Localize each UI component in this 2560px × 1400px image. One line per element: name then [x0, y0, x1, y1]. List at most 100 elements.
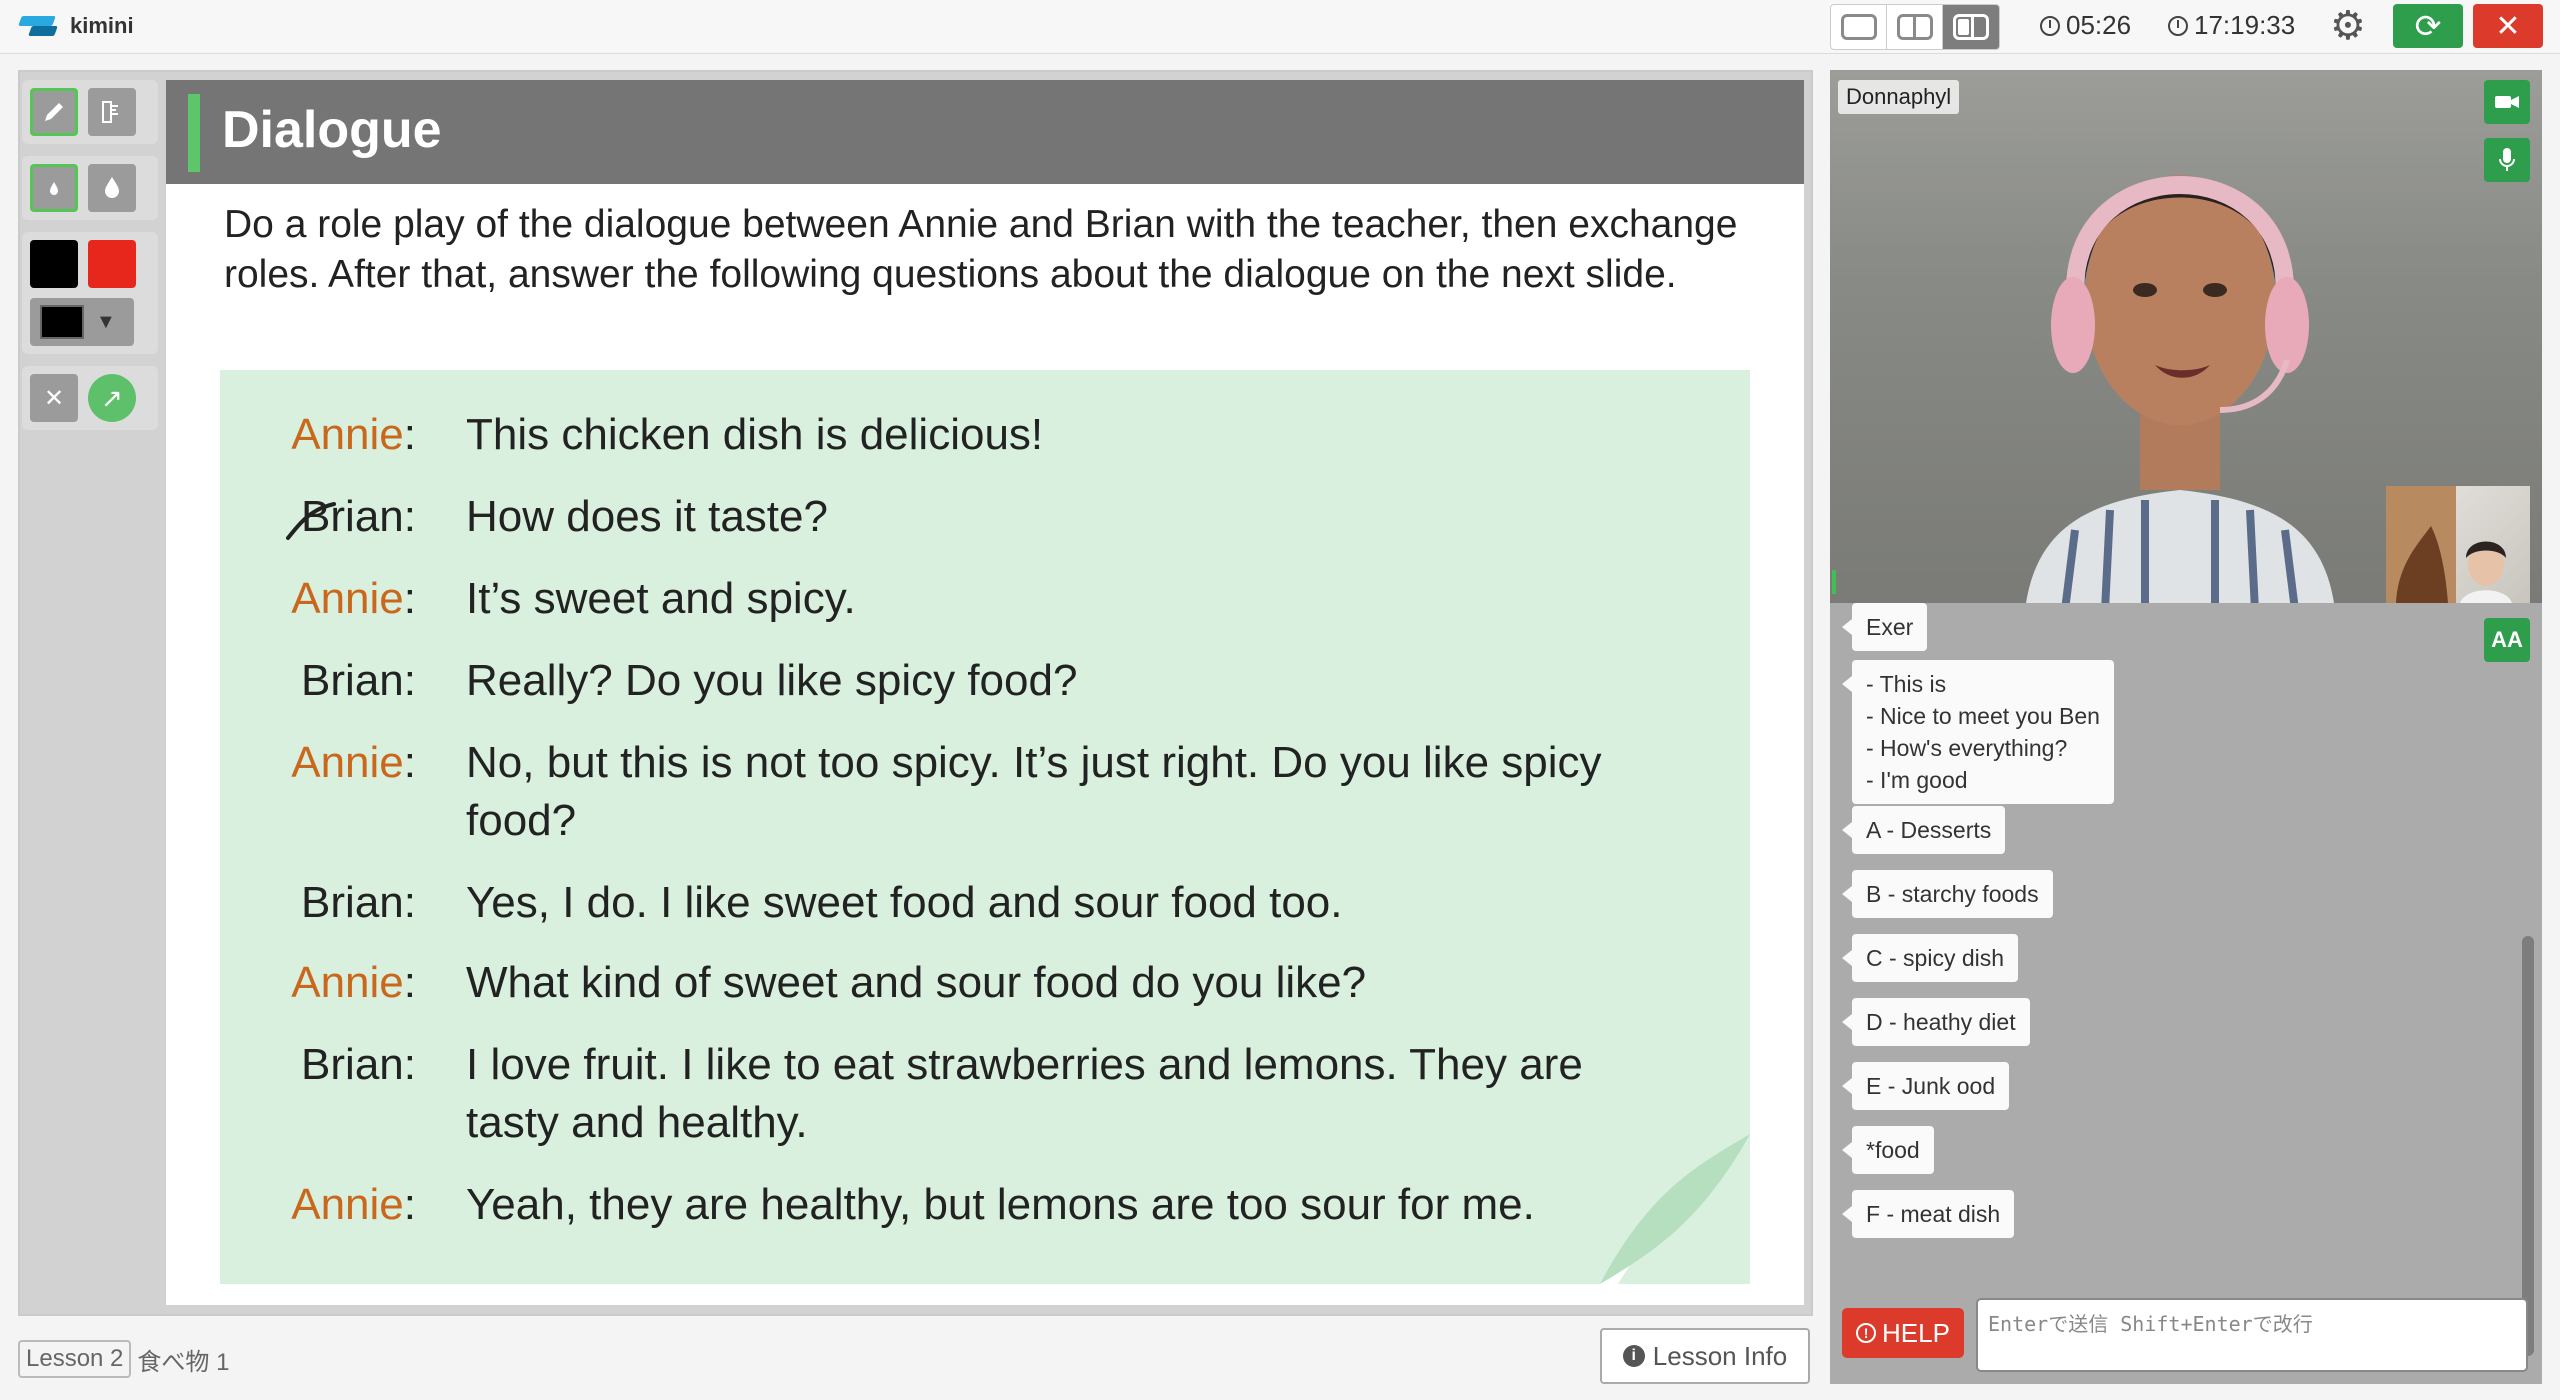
slide-header: Dialogue	[166, 80, 1804, 184]
layout-single-icon	[1840, 14, 1877, 40]
self-video	[2386, 486, 2530, 603]
refresh-button[interactable]: ⟳	[2393, 4, 2463, 48]
chat-message: Exer	[1841, 603, 1928, 651]
tool-group-colors: ▼	[22, 232, 158, 354]
alert-icon: !	[1856, 1323, 1877, 1343]
layout-focus-button[interactable]	[1943, 5, 1999, 49]
color-red-button[interactable]	[88, 240, 136, 288]
chat-message: E - Junk ood	[1841, 1062, 2010, 1110]
chat-message: C - spicy dish	[1841, 934, 2019, 982]
help-label: HELP	[1882, 1317, 1950, 1348]
speaker-name: Annie	[291, 1180, 404, 1229]
dialogue-text: Really? Do you like spicy food?	[466, 656, 1078, 705]
chat-message: - This is - Nice to meet you Ben - How's…	[1842, 660, 2114, 804]
camera-toggle-button[interactable]	[2484, 80, 2530, 124]
chat-message: F - meat dish	[1841, 1190, 2015, 1238]
help-button[interactable]: ! HELP	[1842, 1308, 1964, 1358]
dialogue-text: It’s sweet and spicy.	[466, 574, 856, 623]
logo-mark-icon	[18, 12, 62, 40]
drawing-toolbar: ▼ ✕ ↗	[22, 80, 158, 442]
close-icon: ✕	[2495, 9, 2521, 43]
teacher-video: Donnaphyl	[1830, 70, 2542, 603]
ruler-tool-button[interactable]	[88, 88, 136, 136]
dialogue-line: Brian: Really? Do you like spicy food?	[220, 652, 1720, 710]
speaker-name: Annie	[291, 574, 404, 623]
clock: 17:19:33	[2168, 10, 2295, 41]
close-button[interactable]: ✕	[2473, 4, 2543, 48]
layout-split-icon	[1896, 14, 1933, 40]
speaker-colon: :	[403, 958, 416, 1007]
current-color-swatch	[40, 305, 84, 339]
mic-icon	[2499, 148, 2515, 171]
mic-toggle-button[interactable]	[2484, 138, 2530, 182]
speaker-name: Annie	[291, 958, 404, 1007]
self-video-image	[2386, 486, 2512, 603]
speaker-label: Annie:	[220, 1176, 416, 1234]
clear-drawing-button[interactable]: ✕	[30, 374, 78, 422]
layout-single-button[interactable]	[1831, 5, 1887, 49]
speaker-label: Annie:	[220, 406, 416, 464]
drop-small-icon	[50, 182, 58, 195]
speaker-colon: :	[403, 1040, 416, 1089]
pointer-arrow-button[interactable]: ↗	[88, 374, 136, 422]
dialogue-text: I love fruit. I like to eat strawberries…	[466, 1040, 1583, 1147]
tool-group-pens	[22, 80, 158, 144]
chevron-down-icon: ▼	[96, 310, 116, 333]
lesson-label: Lesson 2 食べ物 1	[18, 1340, 229, 1378]
speaker-colon: :	[403, 492, 416, 541]
speaker-colon: :	[403, 1180, 416, 1229]
color-dropdown[interactable]: ▼	[30, 298, 134, 346]
info-icon: i	[1622, 1345, 1645, 1367]
dialogue-text: No, but this is not too spicy. It’s just…	[466, 738, 1602, 845]
dialogue-line: Brian: I love fruit. I like to eat straw…	[220, 1036, 1720, 1152]
dialogue-text: What kind of sweet and sour food do you …	[466, 958, 1367, 1007]
chat-message: D - heathy diet	[1842, 998, 2030, 1046]
pen-icon	[45, 103, 63, 121]
refresh-icon: ⟳	[2414, 8, 2442, 44]
stopwatch-icon	[2040, 15, 2060, 36]
slide-instructions: Do a role play of the dialogue between A…	[224, 203, 1738, 296]
speaker-colon: :	[403, 738, 416, 787]
right-panel: Donnaphyl AA Exer - This is - Nice to me…	[1830, 70, 2542, 1384]
tool-group-actions: ✕ ↗	[22, 366, 158, 430]
arrow-icon: ↗	[101, 382, 123, 413]
thick-stroke-button[interactable]	[88, 164, 136, 212]
speaker-name: Brian	[301, 878, 404, 927]
pen-annotation-stroke	[286, 502, 336, 540]
speaker-label: Annie:	[220, 570, 416, 628]
slide: Dialogue Do a role play of the dialogue …	[166, 80, 1804, 1305]
dialogue-line: Annie: It’s sweet and spicy.	[220, 570, 1720, 628]
dialogue-line: Annie: What kind of sweet and sour food …	[220, 954, 1720, 1012]
pen-tool-button[interactable]	[30, 88, 78, 136]
speaker-name: Annie	[291, 738, 404, 787]
chat-scrollbar[interactable]	[2522, 936, 2534, 1356]
speaker-colon: :	[403, 574, 416, 623]
dialogue-text: Yeah, they are healthy, but lemons are t…	[466, 1180, 1535, 1229]
speaker-label: Brian:	[220, 1036, 416, 1152]
clear-icon: ✕	[43, 384, 65, 412]
speaker-label: Brian:	[220, 874, 416, 932]
thin-stroke-button[interactable]	[30, 164, 78, 212]
title-accent-bar	[188, 94, 200, 172]
dialogue-line: Annie: This chicken dish is delicious!	[220, 406, 1720, 464]
lesson-name: 食べ物 1	[137, 1348, 230, 1376]
layout-split-button[interactable]	[1887, 5, 1943, 49]
chat-panel: Exer - This is - Nice to meet you Ben - …	[1830, 603, 2542, 1293]
chat-input[interactable]	[1976, 1298, 2528, 1372]
lesson-tag: Lesson 2	[18, 1340, 132, 1378]
lesson-info-label: Lesson Info	[1652, 1340, 1788, 1371]
speaker-label: Annie:	[220, 954, 416, 1012]
dialogue-box: Annie: This chicken dish is delicious! B…	[220, 370, 1750, 1284]
camera-icon	[2495, 96, 2519, 108]
audio-level-indicator	[1832, 570, 1836, 594]
top-bar: kimini 05:26 17:19:33 ⚙ ⟳ ✕	[0, 0, 2560, 54]
color-black-button[interactable]	[30, 240, 78, 288]
dialogue-line: Brian: Yes, I do. I like sweet food and …	[220, 874, 1720, 932]
chat-message: B - starchy foods	[1842, 870, 2053, 918]
gear-icon[interactable]: ⚙	[2330, 6, 2366, 46]
lesson-timer-value: 05:26	[2066, 10, 2132, 40]
speaker-name: Annie	[291, 410, 404, 459]
lesson-info-button[interactable]: i Lesson Info	[1600, 1328, 1810, 1384]
layout-focus-icon	[1953, 14, 1989, 40]
dialogue-line: Annie: No, but this is not too spicy. It…	[220, 734, 1720, 850]
